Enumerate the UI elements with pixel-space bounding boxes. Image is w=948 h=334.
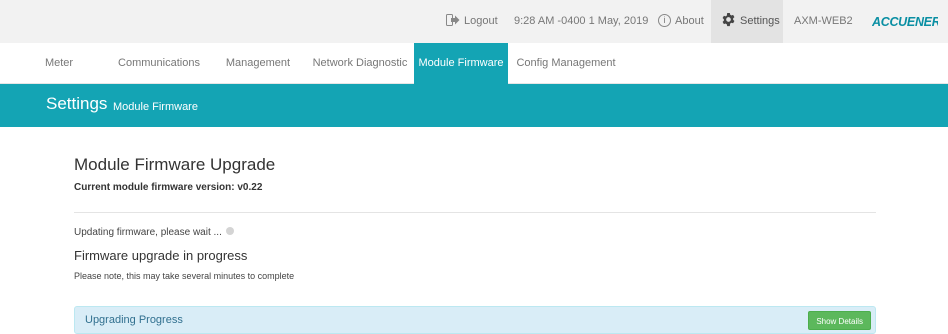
page-title: Module Firmware Upgrade	[74, 155, 276, 174]
settings-link[interactable]: Settings	[711, 0, 783, 43]
banner-subtitle: Module Firmware	[113, 101, 198, 113]
gear-icon	[721, 3, 736, 27]
about-link[interactable]: i About	[658, 0, 704, 43]
tab-module-firmware[interactable]: Module Firmware	[414, 43, 508, 84]
tab-bar: Meter Communications Management Network …	[0, 43, 948, 84]
upgrading-progress-panel: Upgrading Progress Show Details	[74, 306, 876, 334]
device-name: AXM-WEB2	[794, 15, 853, 27]
tab-management[interactable]: Management	[218, 43, 298, 84]
tab-config-management[interactable]: Config Management	[512, 43, 620, 84]
logout-label: Logout	[464, 15, 498, 27]
top-bar: Logout 9:28 AM -0400 1 May, 2019 i About …	[0, 0, 948, 43]
settings-label: Settings	[740, 15, 780, 27]
datetime-display: 9:28 AM -0400 1 May, 2019	[514, 15, 649, 27]
logout-link[interactable]: Logout	[446, 0, 498, 43]
show-details-button[interactable]: Show Details	[808, 311, 871, 330]
tab-meter[interactable]: Meter	[28, 43, 90, 84]
info-icon: i	[658, 14, 671, 27]
tab-network-diagnostic[interactable]: Network Diagnostic	[310, 43, 410, 84]
svg-text:ACCUENERGY: ACCUENERGY	[872, 15, 938, 29]
progress-note: Please note, this may take several minut…	[74, 271, 295, 281]
updating-text: Updating firmware, please wait ...	[74, 227, 222, 238]
progress-heading: Firmware upgrade in progress	[74, 248, 248, 263]
divider	[74, 212, 876, 213]
loading-spinner-icon	[225, 227, 234, 235]
logout-icon	[446, 2, 460, 26]
tab-communications[interactable]: Communications	[110, 43, 208, 84]
updating-status: Updating firmware, please wait ...	[74, 227, 234, 238]
banner-title: Settings	[46, 94, 108, 113]
panel-title: Upgrading Progress	[85, 314, 183, 326]
about-label: About	[675, 15, 704, 27]
page-banner: Settings Module Firmware	[0, 84, 948, 127]
firmware-version: Current module firmware version: v0.22	[74, 182, 263, 193]
brand-logo: ACCUENERGY	[871, 13, 948, 33]
